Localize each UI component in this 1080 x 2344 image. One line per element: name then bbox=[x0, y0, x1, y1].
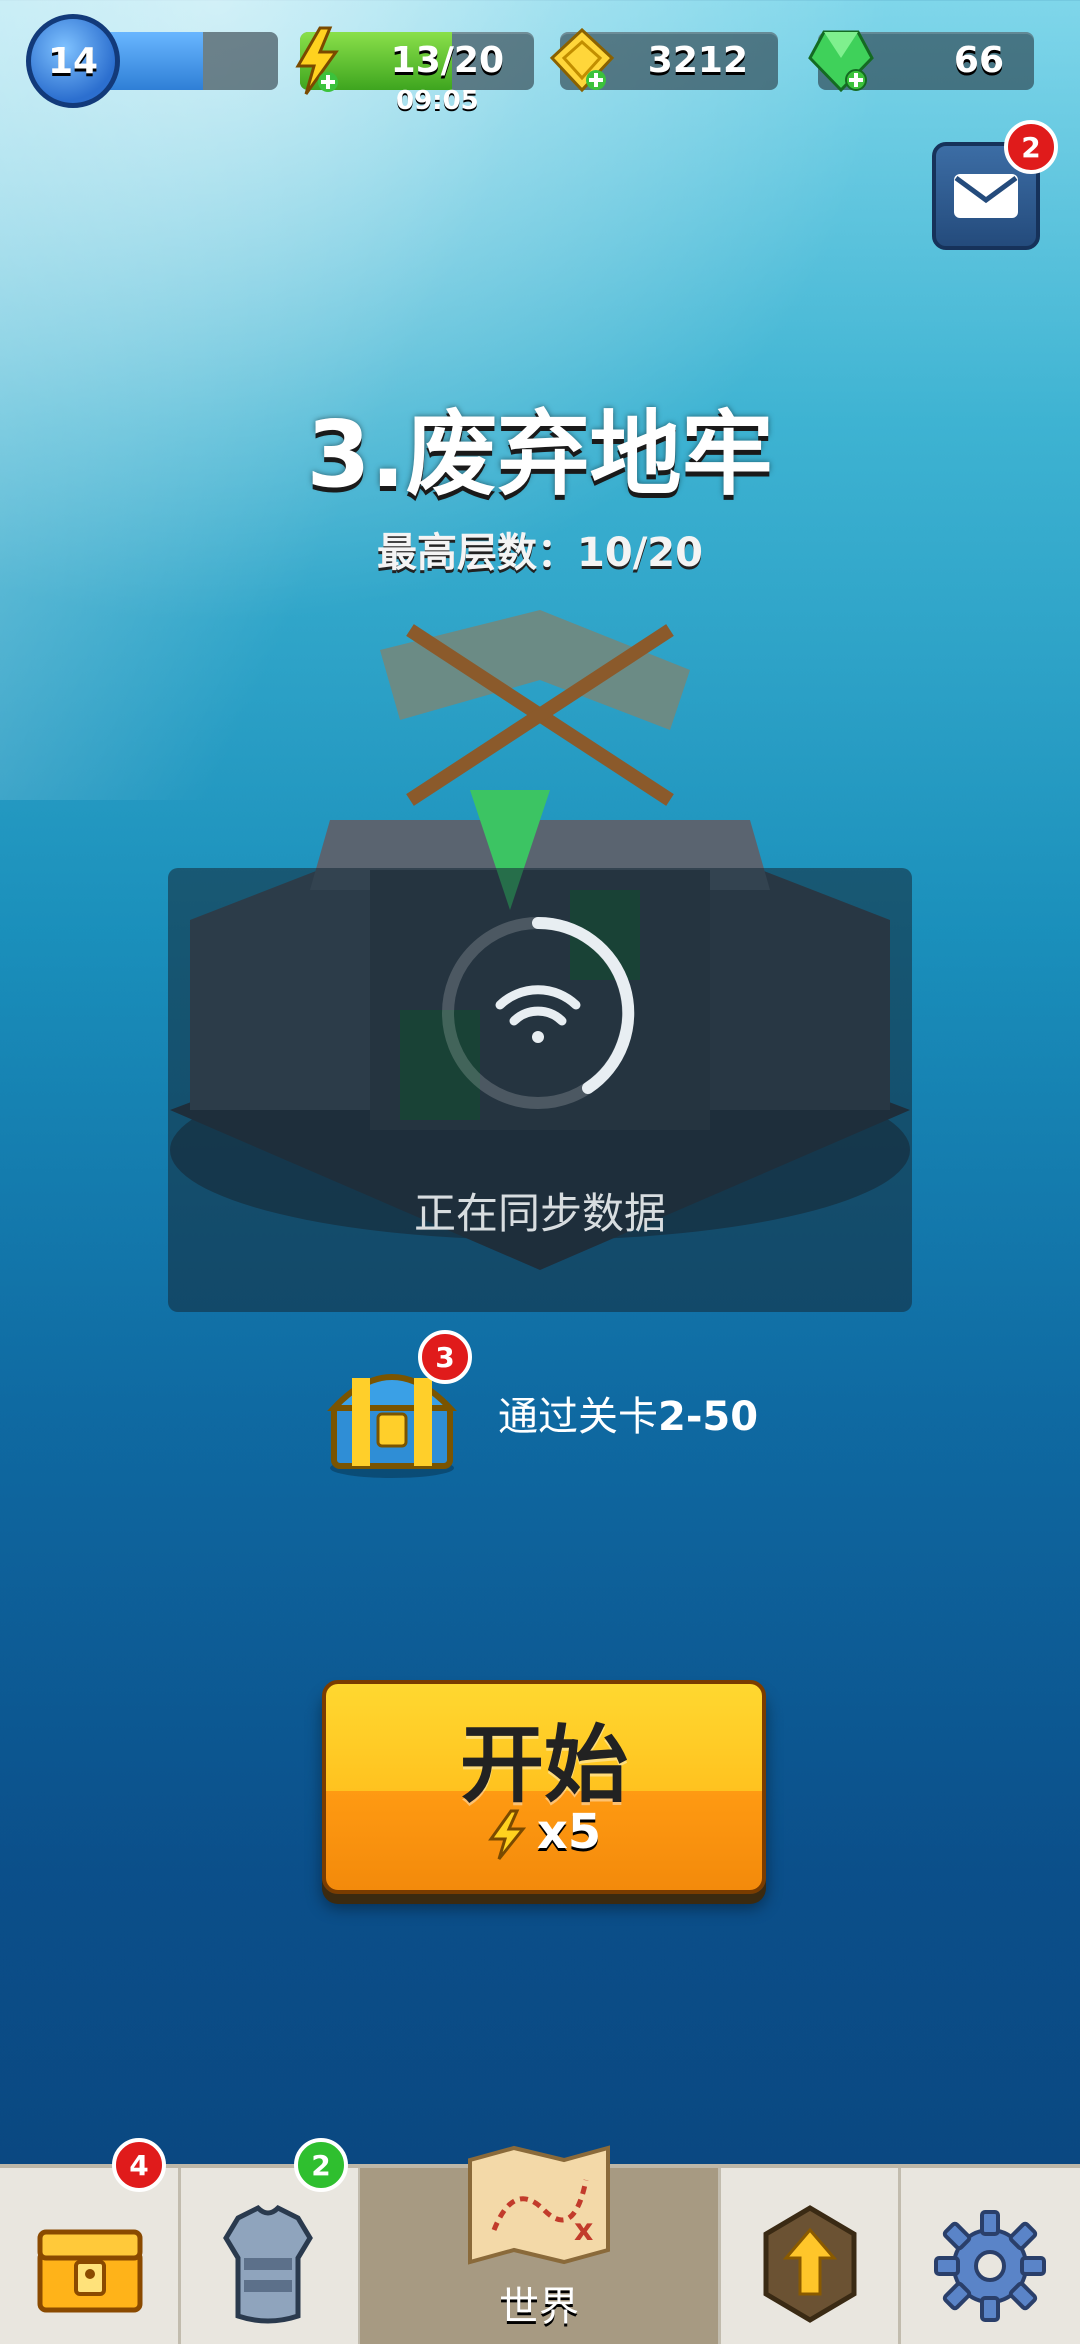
mail-button[interactable]: 2 bbox=[932, 120, 1058, 250]
treasure-map-icon: x bbox=[468, 2145, 610, 2265]
stage-title: 3.废弃地牢 bbox=[306, 401, 774, 508]
svg-text:x: x bbox=[574, 2213, 593, 2248]
mail-count-badge: 2 bbox=[1004, 120, 1058, 174]
level-reward[interactable]: 3 通过关卡2-50 bbox=[318, 1330, 818, 1500]
nav-upgrades[interactable] bbox=[720, 2168, 901, 2344]
nav-equipment[interactable]: 2 bbox=[180, 2138, 361, 2344]
nav-world[interactable]: x 世界 bbox=[360, 2145, 721, 2344]
sync-overlay: 正在同步数据 bbox=[168, 868, 912, 1312]
locked-chest-icon bbox=[37, 2229, 143, 2313]
max-floor-text: 最高层数：10/20 bbox=[377, 530, 703, 576]
start-button[interactable]: 开始 x5 bbox=[322, 1680, 766, 1894]
energy-value: 13/20 bbox=[390, 40, 504, 81]
energy-bolt-icon bbox=[487, 1809, 526, 1860]
reward-count-badge: 3 bbox=[418, 1330, 472, 1384]
armor-icon bbox=[223, 2204, 313, 2324]
reward-requirement-text: 通过关卡2-50 bbox=[498, 1394, 759, 1440]
energy-bolt-icon bbox=[295, 26, 339, 95]
gem-counter[interactable]: 66 bbox=[808, 30, 1034, 93]
gold-ticket-icon bbox=[549, 28, 615, 93]
top-bar: 14 13/20 09:05 3212 66 bbox=[0, 0, 1080, 120]
gem-value: 66 bbox=[953, 40, 1004, 81]
envelope-icon bbox=[954, 174, 1018, 218]
equipment-badge: 2 bbox=[294, 2138, 348, 2192]
loading-spinner-icon bbox=[442, 916, 635, 1109]
nav-chests[interactable]: 4 bbox=[0, 2138, 181, 2344]
start-button-label: 开始 bbox=[459, 1716, 628, 1814]
upgrade-arrow-icon bbox=[763, 2205, 857, 2323]
player-level: 14 bbox=[47, 40, 99, 82]
energy-counter[interactable]: 13/20 bbox=[295, 26, 534, 95]
gear-icon bbox=[934, 2210, 1046, 2322]
green-gem-icon bbox=[808, 30, 874, 93]
chests-badge: 4 bbox=[112, 2138, 166, 2192]
start-button-cost: x5 bbox=[326, 1804, 762, 1861]
sync-status-text: 正在同步数据 bbox=[413, 1189, 666, 1238]
player-level-badge[interactable]: 14 bbox=[26, 14, 120, 108]
nav-world-label: 世界 bbox=[499, 2284, 579, 2330]
energy-timer: 09:05 bbox=[396, 86, 479, 116]
nav-settings[interactable] bbox=[900, 2168, 1080, 2344]
bottom-navigation: 4 2 x 世界 bbox=[0, 2138, 1080, 2344]
wifi-icon bbox=[495, 985, 581, 1043]
gold-counter[interactable]: 3212 bbox=[549, 28, 778, 93]
gold-value: 3212 bbox=[647, 40, 748, 81]
